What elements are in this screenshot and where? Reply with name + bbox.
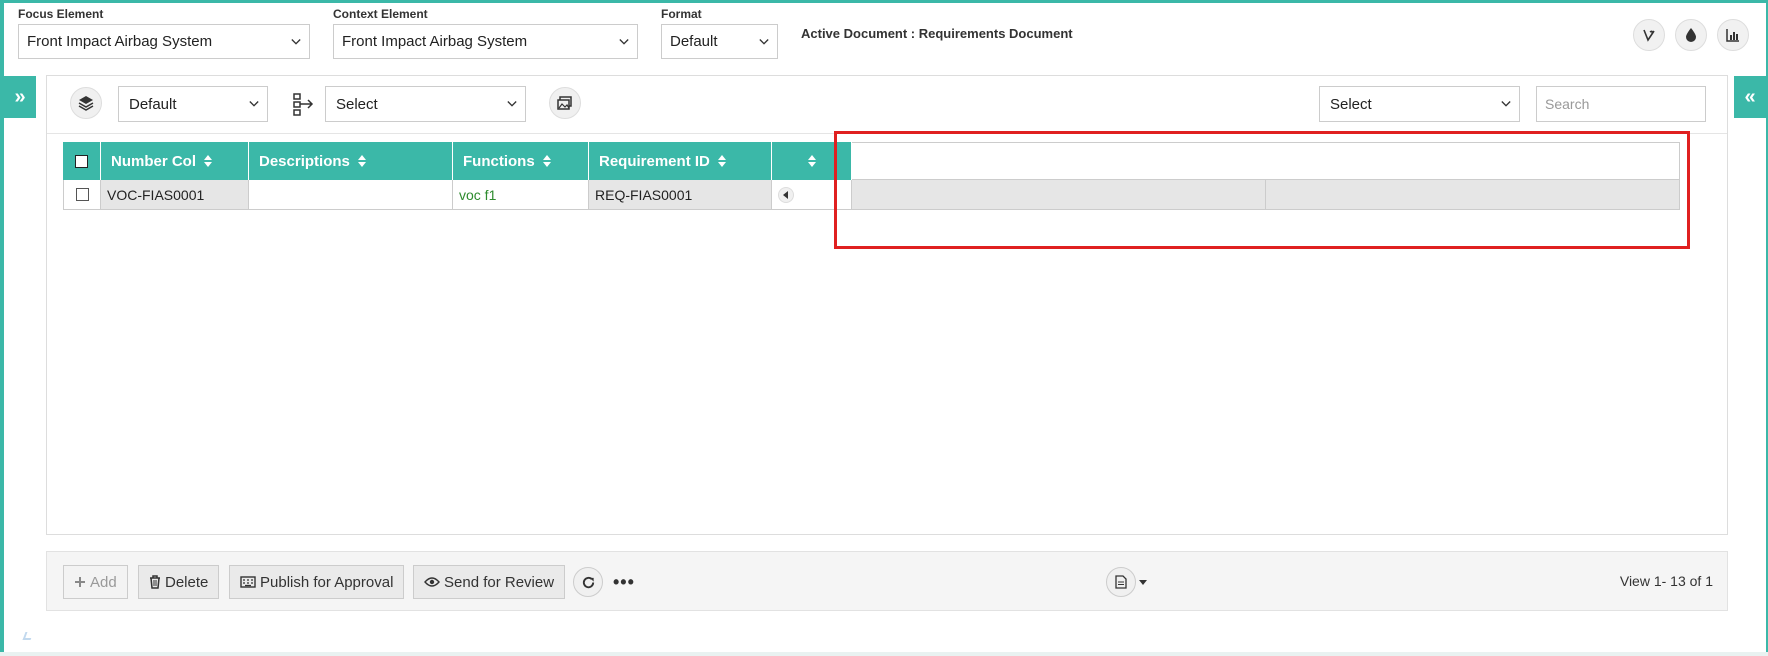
focus-element-group: Focus Element Front Impact Airbag System (18, 7, 310, 59)
eye-icon (424, 576, 440, 588)
row-checkbox[interactable] (75, 188, 89, 201)
layer-select[interactable]: Default (118, 86, 268, 122)
search-input[interactable] (1545, 96, 1697, 112)
top-accent-border (0, 0, 1768, 3)
send-for-review-button[interactable]: Send for Review (413, 565, 566, 599)
select-all-checkbox[interactable] (75, 154, 88, 168)
context-element-value: Front Impact Airbag System (342, 33, 528, 50)
keyboard-icon (240, 576, 256, 588)
hierarchy-select[interactable]: Select (325, 86, 526, 122)
right-filter-select-value: Select (1330, 95, 1372, 113)
format-select[interactable]: Default (661, 24, 778, 59)
refresh-button[interactable] (573, 567, 603, 597)
send-for-review-label: Send for Review (444, 573, 555, 591)
page: Focus Element Front Impact Airbag System… (0, 0, 1768, 656)
context-element-label: Context Element (333, 7, 428, 21)
format-value: Default (670, 33, 718, 50)
resize-handle-icon[interactable] (22, 632, 34, 640)
chevron-down-icon (291, 37, 301, 47)
chevron-down-icon (1501, 99, 1511, 109)
highlight-box (834, 131, 1690, 249)
requirement-id-cell[interactable]: REQ-FIAS0001 (589, 180, 772, 210)
right-filter-select[interactable]: Select (1319, 86, 1520, 122)
layers-button[interactable] (70, 87, 102, 119)
format-group: Format Default (661, 7, 778, 59)
search-field[interactable] (1536, 86, 1706, 122)
active-document-label: Active Document : Requirements Document (801, 26, 1073, 41)
caret-down-icon[interactable] (1139, 572, 1147, 590)
hierarchy-icon[interactable] (291, 91, 317, 117)
column-header-label: Requirement ID (599, 152, 710, 170)
sort-icon (717, 155, 726, 167)
more-options-button[interactable]: ••• (613, 572, 635, 593)
double-chevron-right-icon: » (14, 85, 26, 108)
row-select-cell (63, 180, 101, 210)
add-button[interactable]: Add (63, 565, 128, 599)
context-element-group: Context Element Front Impact Airbag Syst… (333, 7, 638, 59)
chart-icon[interactable] (1717, 19, 1749, 51)
caret-left-icon[interactable] (778, 186, 794, 203)
footer-toolbar: Add Delete Publish for Approval Send for… (46, 551, 1728, 611)
column-header-descriptions[interactable]: Descriptions (249, 142, 453, 180)
layers-icon (78, 96, 94, 111)
hierarchy-select-value: Select (336, 95, 378, 113)
column-header-label: Number Col (111, 152, 197, 170)
chevron-down-icon (249, 99, 259, 109)
focus-element-select[interactable]: Front Impact Airbag System (18, 24, 310, 59)
chevron-down-icon (759, 37, 769, 47)
gallery-icon (557, 96, 572, 110)
layer-select-value: Default (129, 95, 177, 113)
document-icon (1115, 575, 1127, 589)
expand-left-panel-button[interactable]: » (4, 76, 36, 118)
delete-button[interactable]: Delete (138, 565, 220, 599)
expand-right-panel-button[interactable]: « (1734, 76, 1766, 118)
add-button-label: Add (90, 573, 117, 591)
chevron-down-icon (619, 37, 629, 47)
description-cell[interactable] (249, 180, 453, 210)
sort-icon (204, 155, 213, 167)
gallery-button[interactable] (549, 87, 581, 119)
export-document-button[interactable] (1106, 567, 1136, 597)
publish-for-approval-button[interactable]: Publish for Approval (229, 565, 405, 599)
select-all-header (63, 142, 101, 180)
sort-icon (542, 155, 551, 167)
plus-icon (74, 576, 86, 588)
trash-icon (149, 575, 161, 589)
refresh-icon (582, 576, 594, 588)
focus-element-label: Focus Element (18, 7, 104, 21)
number-cell[interactable]: VOC-FIAS0001 (101, 180, 249, 210)
bottom-strip (0, 652, 1768, 656)
column-header-functions[interactable]: Functions (453, 142, 589, 180)
sort-icon (807, 155, 816, 167)
column-header-label: Descriptions (259, 152, 350, 170)
chevron-down-icon (507, 99, 517, 109)
function-cell[interactable]: voc f1 (453, 180, 589, 210)
column-header-number-col[interactable]: Number Col (101, 142, 249, 180)
pagination-info: View 1- 13 of 1 (1619, 573, 1713, 589)
drop-icon[interactable] (1675, 19, 1707, 51)
double-chevron-left-icon: « (1744, 85, 1756, 108)
sort-icon (357, 155, 366, 167)
format-label: Format (661, 7, 702, 21)
context-element-select[interactable]: Front Impact Airbag System (333, 24, 638, 59)
delete-button-label: Delete (165, 573, 209, 591)
vine-icon[interactable] (1633, 19, 1665, 51)
column-header-label: Functions (463, 152, 535, 170)
publish-for-approval-label: Publish for Approval (260, 573, 394, 591)
column-header-requirement-id[interactable]: Requirement ID (589, 142, 772, 180)
focus-element-value: Front Impact Airbag System (27, 33, 213, 50)
